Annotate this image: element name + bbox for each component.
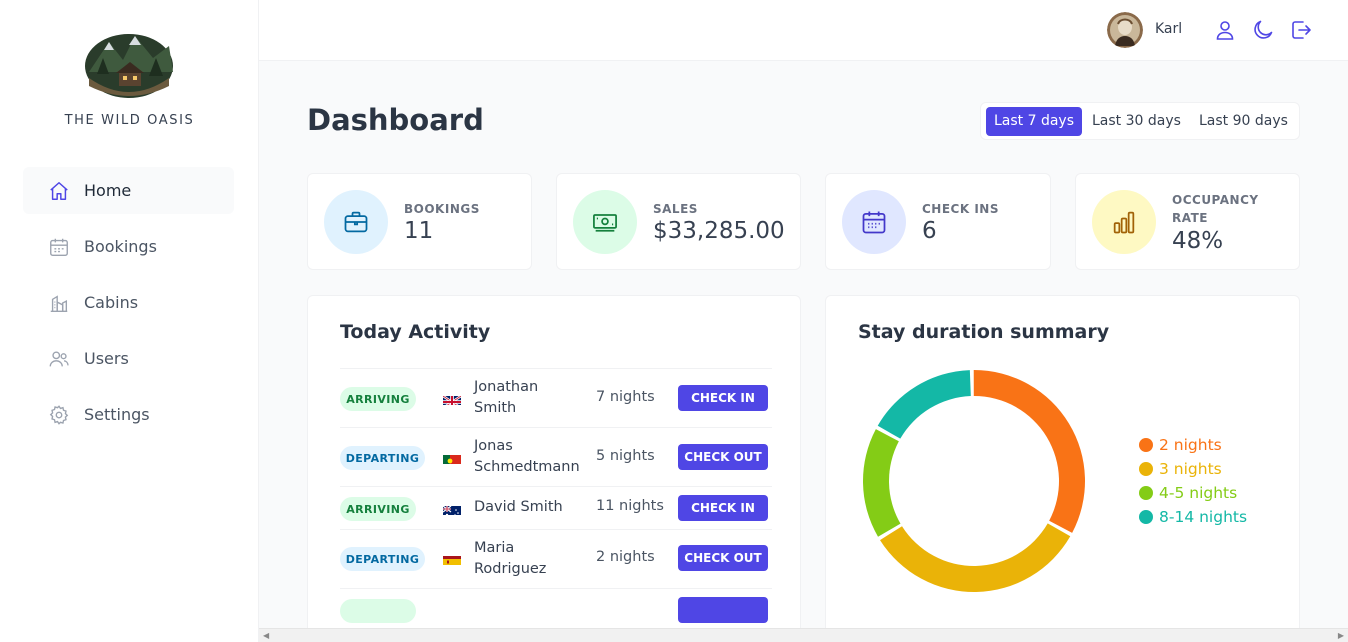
legend-item: 2 nights xyxy=(1139,433,1247,457)
list-item: ARRIVING Jonathan Smith 7 nights CHECK I… xyxy=(340,368,772,427)
home-icon xyxy=(47,179,71,203)
top-header: Karl xyxy=(259,0,1348,61)
check-out-button[interactable]: CHECK OUT xyxy=(678,444,768,470)
sidebar-item-settings[interactable]: Settings xyxy=(23,391,234,438)
date-filter: Last 7 days Last 30 days Last 90 days xyxy=(980,102,1300,140)
sidebar-item-home[interactable]: Home xyxy=(23,167,234,214)
guest-name: Jonas Schmedtmann xyxy=(474,438,580,475)
legend-dot xyxy=(1139,438,1153,452)
flag-pt-icon xyxy=(443,452,461,464)
stat-sales: SALES $33,285.00 xyxy=(556,173,801,270)
panel-title: Today Activity xyxy=(340,321,491,343)
donut-slice-2[interactable] xyxy=(863,429,901,537)
sidebar-item-bookings[interactable]: Bookings xyxy=(23,223,234,270)
legend-label: 4-5 nights xyxy=(1159,484,1238,502)
stat-label: SALES xyxy=(653,202,698,216)
cabin-icon xyxy=(47,291,71,315)
brand-name: THE WILD OASIS xyxy=(64,113,195,128)
user-icon[interactable] xyxy=(1213,18,1237,42)
horizontal-scrollbar[interactable]: ◀ ▶ xyxy=(259,628,1348,642)
sidebar-item-label: Users xyxy=(84,349,129,368)
list-item xyxy=(340,588,772,623)
legend-item: 4-5 nights xyxy=(1139,481,1247,505)
list-item: ARRIVING David Smith 11 nights CHECK IN xyxy=(340,486,772,529)
stay-nights: 5 nights xyxy=(596,448,655,464)
status-badge: ARRIVING xyxy=(340,387,416,411)
donut-slice-3[interactable] xyxy=(877,370,971,439)
legend-label: 2 nights xyxy=(1159,436,1222,454)
scroll-left-icon[interactable]: ◀ xyxy=(263,631,269,640)
stay-nights: 2 nights xyxy=(596,549,655,565)
scroll-right-icon[interactable]: ▶ xyxy=(1338,631,1344,640)
stat-check-ins: CHECK INS 6 xyxy=(825,173,1051,270)
status-badge: ARRIVING xyxy=(340,497,416,521)
logout-icon[interactable] xyxy=(1289,18,1313,42)
flag-gb-icon xyxy=(443,393,461,405)
legend-dot xyxy=(1139,486,1153,500)
stay-nights: 11 nights xyxy=(596,498,664,514)
stat-value: 48% xyxy=(1172,228,1224,254)
legend-item: 8-14 nights xyxy=(1139,505,1247,529)
stay-duration-panel: Stay duration summary 2 nights 3 nights 4-… xyxy=(825,295,1300,635)
stay-duration-donut-chart xyxy=(863,370,1085,592)
guest-name: Jonathan Smith xyxy=(474,379,539,416)
check-in-button[interactable] xyxy=(678,597,768,623)
calendar-days-icon xyxy=(842,190,906,254)
legend-label: 8-14 nights xyxy=(1159,508,1248,526)
gear-icon xyxy=(47,403,71,427)
check-in-button[interactable]: CHECK IN xyxy=(678,385,768,411)
stay-nights: 7 nights xyxy=(596,389,655,405)
sidebar-item-label: Bookings xyxy=(84,237,157,256)
flag-es-icon xyxy=(443,553,461,565)
today-activity-panel: Today Activity ARRIVING Jonathan Smith 7… xyxy=(307,295,801,635)
donut-slice-0[interactable] xyxy=(973,370,1085,533)
filter-last-90-days[interactable]: Last 90 days xyxy=(1191,107,1296,136)
list-item: DEPARTING Jonas Schmedtmann 5 nights CHE… xyxy=(340,427,772,486)
sidebar-item-users[interactable]: Users xyxy=(23,335,234,382)
filter-last-7-days[interactable]: Last 7 days xyxy=(986,107,1083,136)
avatar[interactable] xyxy=(1107,12,1143,48)
check-in-button[interactable]: CHECK IN xyxy=(678,495,768,521)
briefcase-icon xyxy=(324,190,388,254)
flag-au-icon xyxy=(443,503,461,515)
status-badge: DEPARTING xyxy=(340,446,425,470)
page-title: Dashboard xyxy=(307,103,484,137)
users-icon xyxy=(47,347,71,371)
main-nav: Home Bookings Cabins Users Settings xyxy=(23,167,234,447)
status-badge: DEPARTING xyxy=(340,547,425,571)
stat-label: CHECK INS xyxy=(922,202,999,216)
stat-occupancy-rate: OCCUPANCY RATE 48% xyxy=(1075,173,1300,270)
chart-legend: 2 nights 3 nights 4-5 nights 8-14 nights xyxy=(1139,433,1247,529)
filter-last-30-days[interactable]: Last 30 days xyxy=(1084,107,1189,136)
sidebar-item-label: Home xyxy=(84,181,132,200)
moon-icon[interactable] xyxy=(1251,18,1275,42)
list-item: DEPARTING Maria Rodriguez 2 nights CHECK… xyxy=(340,529,772,588)
banknotes-icon xyxy=(573,190,637,254)
panel-title: Stay duration summary xyxy=(858,321,1110,343)
stat-label: BOOKINGS xyxy=(404,202,480,216)
stat-value: $33,285.00 xyxy=(653,218,785,244)
guest-name: David Smith xyxy=(474,499,563,515)
sidebar-item-label: Cabins xyxy=(84,293,139,312)
logo xyxy=(83,28,175,100)
legend-dot xyxy=(1139,510,1153,524)
check-out-button[interactable]: CHECK OUT xyxy=(678,545,768,571)
guest-name: Maria Rodriguez xyxy=(474,540,547,577)
legend-item: 3 nights xyxy=(1139,457,1247,481)
stat-label: OCCUPANCY RATE xyxy=(1172,193,1259,225)
sidebar-item-cabins[interactable]: Cabins xyxy=(23,279,234,326)
status-badge xyxy=(340,599,416,623)
calendar-icon xyxy=(47,235,71,259)
chart-bar-icon xyxy=(1092,190,1156,254)
legend-dot xyxy=(1139,462,1153,476)
sidebar-item-label: Settings xyxy=(84,405,150,424)
stat-value: 6 xyxy=(922,218,937,244)
activity-list: ARRIVING Jonathan Smith 7 nights CHECK I… xyxy=(340,368,772,623)
sidebar: THE WILD OASIS Home Bookings Cabins User… xyxy=(0,0,259,642)
stat-value: 11 xyxy=(404,218,434,244)
username: Karl xyxy=(1155,21,1183,37)
donut-slice-1[interactable] xyxy=(880,523,1071,592)
stat-bookings: BOOKINGS 11 xyxy=(307,173,532,270)
legend-label: 3 nights xyxy=(1159,460,1222,478)
